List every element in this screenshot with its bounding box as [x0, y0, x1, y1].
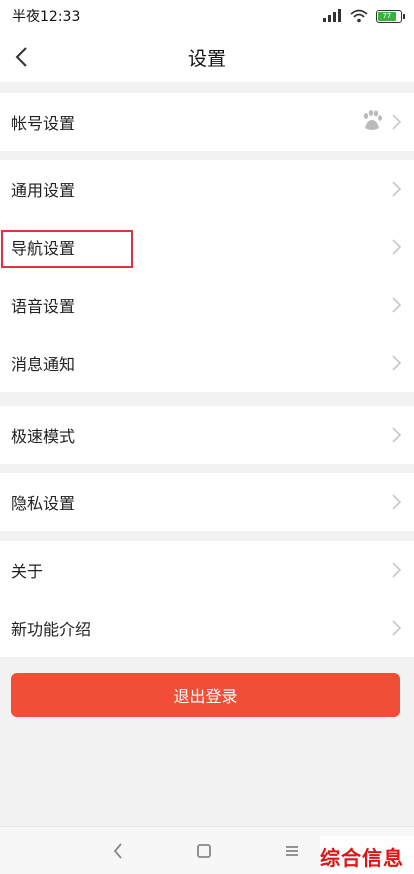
settings-item-navigation[interactable]: 导航设置: [0, 218, 414, 276]
baidu-paw-icon: [363, 110, 382, 130]
chevron-right-icon: [392, 562, 402, 578]
settings-item-label: 帐号设置: [11, 114, 76, 133]
chevron-right-icon: [392, 114, 402, 130]
settings-item-label: 关于: [11, 562, 44, 581]
status-bar: 半夜12:33 77: [0, 0, 414, 32]
chevron-right-icon: [392, 494, 402, 510]
signal-icon: [323, 9, 341, 22]
settings-item-label: 新功能介绍: [11, 620, 92, 639]
status-time: 半夜12:33: [12, 9, 81, 25]
settings-item-general[interactable]: 通用设置: [0, 160, 414, 218]
watermark-text: 综合信息: [320, 846, 404, 870]
settings-item-label: 语音设置: [11, 297, 76, 316]
back-button[interactable]: [8, 44, 34, 70]
settings-item-account[interactable]: 帐号设置: [0, 93, 414, 151]
settings-item-label: 消息通知: [11, 355, 76, 374]
settings-group-about: 关于 新功能介绍: [0, 541, 414, 657]
settings-item-privacy[interactable]: 隐私设置: [0, 473, 414, 531]
wifi-icon: [350, 9, 368, 23]
chevron-left-icon: [15, 47, 27, 67]
chevron-right-icon: [392, 239, 402, 255]
settings-item-label: 隐私设置: [11, 494, 76, 513]
chevron-right-icon: [392, 181, 402, 197]
settings-item-voice[interactable]: 语音设置: [0, 276, 414, 334]
settings-item-notifications[interactable]: 消息通知: [0, 334, 414, 392]
settings-item-label: 导航设置: [11, 239, 76, 258]
settings-group-privacy: 隐私设置: [0, 473, 414, 531]
chevron-right-icon: [392, 297, 402, 313]
nav-bar: 设置: [0, 32, 414, 82]
chevron-right-icon: [392, 427, 402, 443]
settings-item-label: 通用设置: [11, 181, 76, 200]
logout-button[interactable]: 退出登录: [11, 673, 400, 717]
battery-icon: 77: [376, 9, 405, 23]
chevron-right-icon: [392, 620, 402, 636]
page-title: 设置: [187, 47, 226, 70]
settings-group-general: 通用设置 导航设置 语音设置 消息通知: [0, 160, 414, 392]
settings-item-new-features[interactable]: 新功能介绍: [0, 599, 414, 657]
settings-group-account: 帐号设置: [0, 93, 414, 151]
system-home-icon[interactable]: [196, 841, 212, 861]
system-menu-icon[interactable]: [284, 841, 300, 861]
status-icons: 77: [322, 9, 405, 23]
settings-item-label: 极速模式: [11, 427, 76, 446]
battery-level: 77: [378, 11, 396, 21]
settings-item-about[interactable]: 关于: [0, 541, 414, 599]
system-back-icon[interactable]: [111, 841, 125, 861]
chevron-right-icon: [392, 355, 402, 371]
settings-item-speed-mode[interactable]: 极速模式: [0, 406, 414, 464]
settings-group-speed: 极速模式: [0, 406, 414, 464]
